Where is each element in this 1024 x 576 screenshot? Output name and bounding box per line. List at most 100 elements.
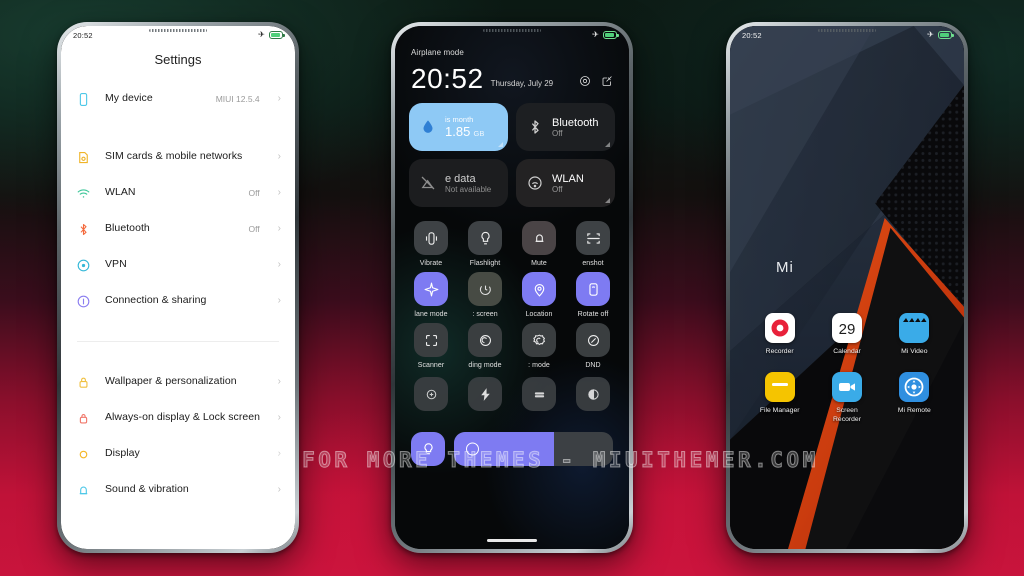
toggle-airplane-mode[interactable]: lane mode xyxy=(405,272,457,318)
toggle-scanner[interactable]: Scanner xyxy=(405,323,457,369)
toggle-reading-mode[interactable]: ding mode xyxy=(459,323,511,369)
toggle-dark-mode[interactable]: : mode xyxy=(513,323,565,369)
app-recorder[interactable]: Recorder xyxy=(746,313,813,356)
toggle-label: : screen xyxy=(472,311,498,319)
airplane-icon xyxy=(414,272,448,307)
scanner-icon xyxy=(414,323,448,358)
settings-label: Display xyxy=(105,447,140,460)
settings-row-wlan[interactable]: WLAN Off › xyxy=(75,175,281,211)
settings-label: Wallpaper & personalization xyxy=(105,375,237,388)
app-mi-video[interactable]: Mi Video xyxy=(881,313,948,356)
settings-screen: 20:52 ✈ Settings My device MIUI 12.5.4 › xyxy=(61,26,295,549)
settings-label: SIM cards & mobile networks xyxy=(105,150,243,163)
app-label: Mi Remote xyxy=(897,407,931,415)
chevron-right-icon: › xyxy=(277,376,281,387)
toggle-label: Vibrate xyxy=(419,260,443,268)
brightness-bulb-icon[interactable] xyxy=(411,432,445,467)
mi-remote-icon xyxy=(899,372,930,403)
app-label: Screen Recorder xyxy=(833,407,861,423)
toggle-power-saver[interactable] xyxy=(459,377,511,416)
earpiece-speaker xyxy=(149,29,207,32)
battery-icon xyxy=(269,31,285,39)
app-mi-remote[interactable]: Mi Remote xyxy=(881,372,948,424)
tile-mobile-data[interactable]: e data Not available xyxy=(409,159,508,208)
chevron-right-icon: › xyxy=(277,484,281,495)
earpiece-speaker xyxy=(818,29,876,32)
settings-row-aod-lock-screen[interactable]: Always-on display & Lock screen › xyxy=(75,400,281,436)
tile-bluetooth[interactable]: Bluetooth Off xyxy=(516,103,615,152)
toggle-rotate-off[interactable]: Rotate off xyxy=(567,272,619,318)
phone-control-center: ✈ Airplane mode 20:52 Thursday, July 29 xyxy=(391,22,633,553)
chevron-right-icon: › xyxy=(277,259,281,270)
tile-status: Off xyxy=(552,184,563,194)
chevron-right-icon: › xyxy=(277,223,281,234)
settings-list: My device MIUI 12.5.4 › SIM cards & mobi… xyxy=(61,81,295,549)
toggle-label: DND xyxy=(585,362,601,370)
sync-icon xyxy=(522,377,556,412)
settings-row-display[interactable]: Display › xyxy=(75,436,281,472)
settings-row-wallpaper[interactable]: Wallpaper & personalization › xyxy=(75,364,281,400)
svg-text:29: 29 xyxy=(839,321,856,338)
tile-wlan[interactable]: WLAN Off xyxy=(516,159,615,208)
tile-expand-corner[interactable] xyxy=(605,142,610,148)
dnd-icon xyxy=(576,323,610,358)
toggle-label: : mode xyxy=(528,362,550,370)
tile-period-label: is month xyxy=(445,115,474,125)
toggle-label: Rotate off xyxy=(577,311,609,319)
toggle-contrast[interactable] xyxy=(567,377,619,416)
app-file-manager[interactable]: File Manager xyxy=(746,372,813,424)
wallpaper-lock-icon xyxy=(75,374,92,391)
chevron-right-icon: › xyxy=(277,93,281,104)
toggle-screenshot[interactable]: enshot xyxy=(567,221,619,267)
settings-row-sound-vibration[interactable]: Sound & vibration › xyxy=(75,472,281,508)
power-saver-icon xyxy=(468,377,502,412)
brightness-slider[interactable] xyxy=(454,432,613,467)
tile-label: e data xyxy=(445,172,476,185)
status-time: 20:52 xyxy=(73,30,93,40)
bell-icon xyxy=(75,482,92,499)
settings-gear-icon[interactable] xyxy=(579,75,591,87)
toggle-dnd[interactable]: DND xyxy=(567,323,619,369)
toggle-flashlight[interactable]: Flashlight xyxy=(459,221,511,267)
settings-row-vpn[interactable]: VPN › xyxy=(75,247,281,283)
toggle-location[interactable]: Location xyxy=(513,272,565,318)
chevron-right-icon: › xyxy=(277,295,281,306)
settings-row-bluetooth[interactable]: Bluetooth Off › xyxy=(75,211,281,247)
app-row-2: File Manager Screen Recorder Mi Remote xyxy=(746,372,948,424)
chevron-right-icon: › xyxy=(277,448,281,459)
app-calendar[interactable]: 29 Calendar xyxy=(813,313,880,356)
toggle-label: lane mode xyxy=(414,311,448,319)
tile-status: Off xyxy=(552,128,563,138)
toggle-sync[interactable] xyxy=(513,377,565,416)
screen-recorder-icon xyxy=(831,372,862,403)
settings-row-my-device[interactable]: My device MIUI 12.5.4 › xyxy=(75,81,281,117)
recorder-icon xyxy=(764,313,795,343)
edit-icon[interactable] xyxy=(601,75,613,87)
clock-time: 20:52 xyxy=(411,63,484,94)
settings-row-sim-cards[interactable]: SIM cards & mobile networks › xyxy=(75,139,281,175)
tile-expand-corner[interactable] xyxy=(605,198,610,204)
toggle-vibrate[interactable]: Vibrate xyxy=(405,221,457,267)
home-indicator[interactable] xyxy=(487,539,537,542)
toggle-always-on-screen[interactable]: : screen xyxy=(459,272,511,318)
bluetooth-icon xyxy=(75,221,92,238)
battery-icon xyxy=(938,31,954,39)
toggle-mute[interactable]: Mute xyxy=(513,221,565,267)
app-screen-recorder[interactable]: Screen Recorder xyxy=(813,372,880,424)
settings-row-connection-sharing[interactable]: Connection & sharing › xyxy=(75,283,281,319)
screenshot-icon xyxy=(576,221,610,256)
settings-value: Off xyxy=(248,224,260,234)
airplane-mode-label: Airplane mode xyxy=(411,48,464,57)
phone-icon xyxy=(75,91,92,108)
toggle-cast[interactable] xyxy=(405,377,457,416)
mi-widget[interactable]: Mi xyxy=(776,259,794,276)
brightness-row xyxy=(395,416,629,467)
tile-label: WLAN xyxy=(552,172,584,185)
tile-data-usage[interactable]: is month 1.85 GB xyxy=(409,103,508,152)
tile-expand-corner[interactable] xyxy=(498,142,503,148)
app-label: Mi Video xyxy=(901,348,928,355)
data-usage-icon xyxy=(418,117,438,137)
vpn-icon xyxy=(75,257,92,274)
brightness-knob[interactable] xyxy=(466,442,479,456)
